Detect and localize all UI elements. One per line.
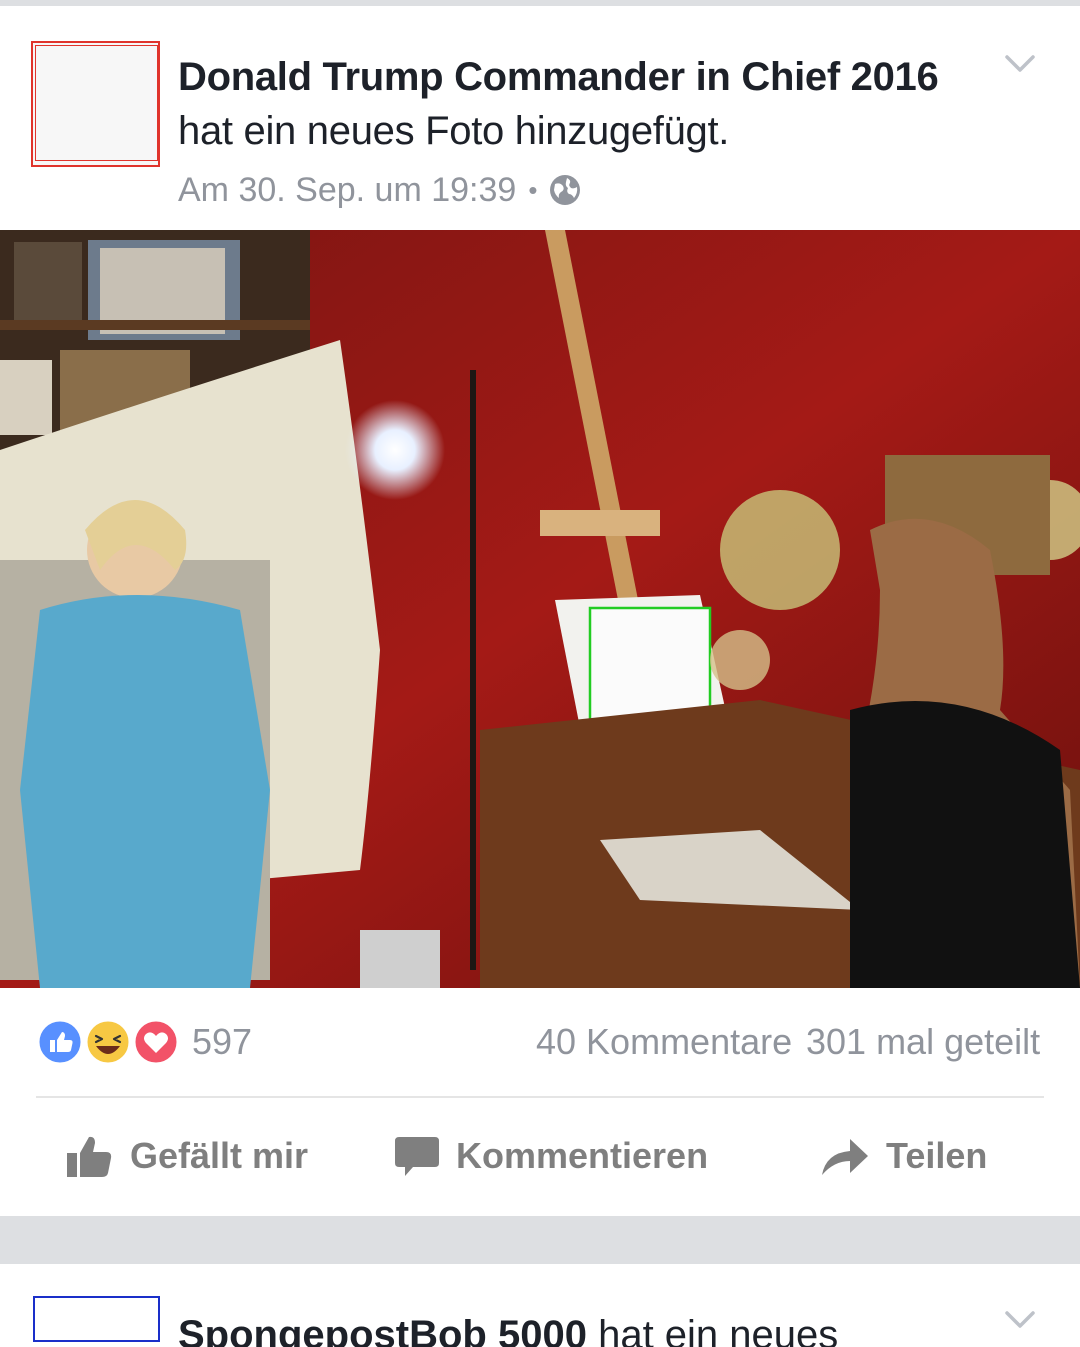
post-action-text: hat ein neues Foto hinzugefügt. — [178, 109, 730, 153]
comment-button[interactable]: Kommentieren — [394, 1120, 708, 1192]
share-button[interactable]: Teilen — [820, 1120, 987, 1192]
meta-separator: • — [528, 175, 538, 205]
comment-label: Kommentieren — [456, 1135, 709, 1176]
haha-icon — [84, 1018, 132, 1066]
post-meta: Am 30. Sep. um 19:39 • — [178, 170, 978, 210]
share-label: Teilen — [886, 1135, 988, 1176]
post-timestamp[interactable]: Am 30. Sep. um 19:39 — [178, 170, 516, 210]
chevron-down-icon[interactable] — [1003, 1302, 1037, 1336]
thumbs-up-icon — [67, 1136, 112, 1177]
post-photo[interactable] — [0, 230, 1080, 988]
like-icon — [36, 1018, 84, 1066]
comments-count[interactable]: 40 Kommentare — [536, 1020, 792, 1064]
next-post-author-link[interactable]: SpongepostBob 5000 — [178, 1313, 587, 1347]
globe-icon[interactable] — [549, 174, 581, 206]
post-header-text: Donald Trump Commander in Chief 2016 hat… — [178, 50, 978, 210]
author-line: Donald Trump Commander in Chief 2016 hat… — [178, 50, 978, 158]
divider — [36, 1096, 1044, 1098]
share-arrow-icon — [822, 1139, 868, 1175]
next-post-avatar[interactable] — [33, 1296, 160, 1342]
next-post-action-text: hat ein neues — [598, 1313, 839, 1347]
next-post: SpongepostBob 5000 hat ein neues — [0, 1264, 1080, 1347]
next-post-author-line: SpongepostBob 5000 hat ein neues — [178, 1308, 838, 1347]
like-label: Gefällt mir — [130, 1135, 309, 1176]
reaction-count[interactable]: 597 — [192, 1020, 252, 1064]
like-button[interactable]: Gefällt mir — [64, 1120, 308, 1192]
post-header: Donald Trump Commander in Chief 2016 hat… — [0, 6, 1080, 230]
reaction-icons[interactable] — [36, 1018, 186, 1066]
feed-separator — [0, 1216, 1080, 1264]
author-avatar[interactable] — [31, 41, 160, 167]
chevron-down-icon[interactable] — [1003, 46, 1037, 80]
comment-bubble-icon — [395, 1137, 439, 1176]
shares-count[interactable]: 301 mal geteilt — [806, 1020, 1040, 1064]
love-icon — [132, 1018, 180, 1066]
author-name-link[interactable]: Donald Trump Commander in Chief 2016 — [178, 55, 939, 99]
